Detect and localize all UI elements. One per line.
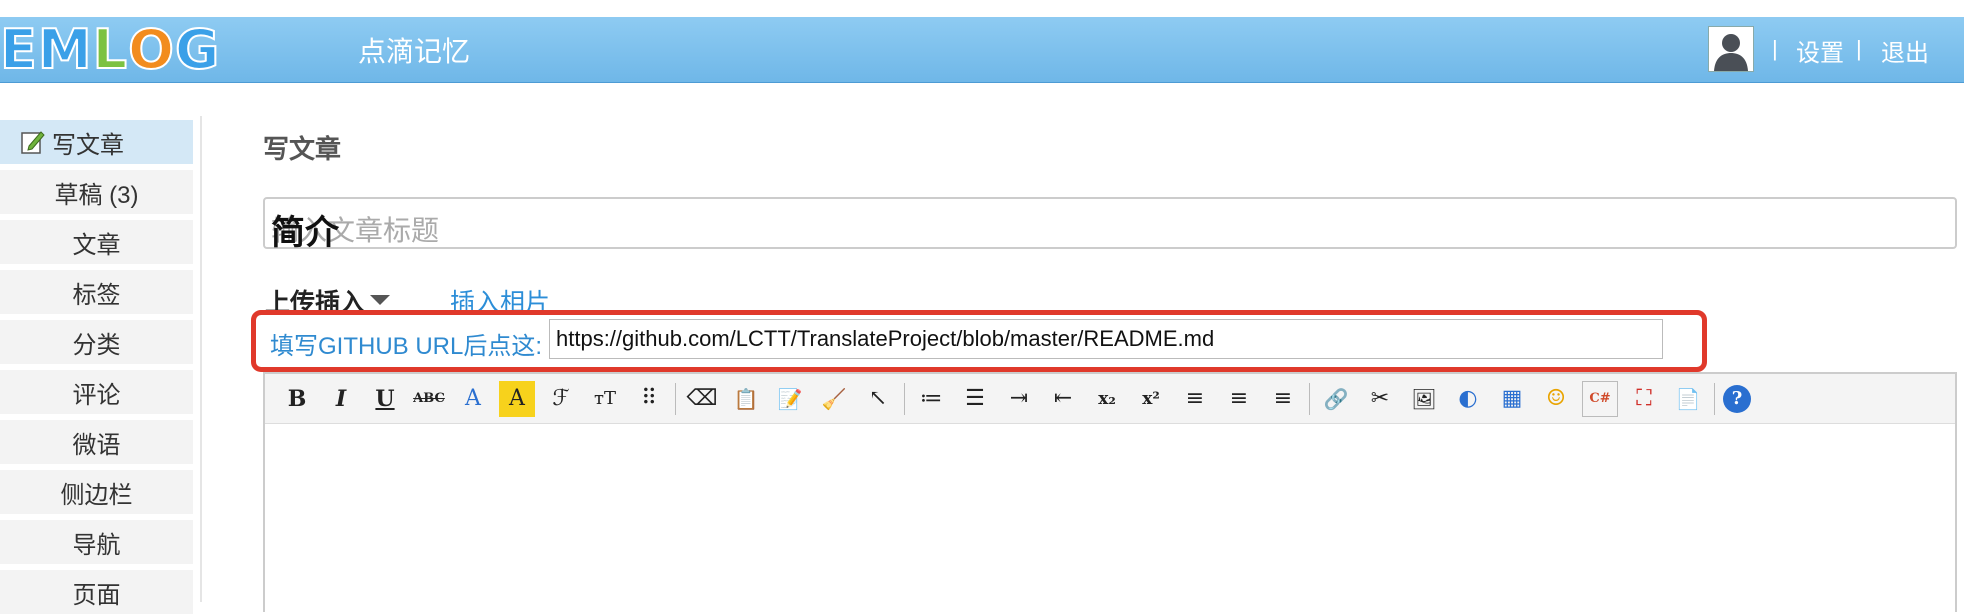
select-all-icon[interactable]: ↖ <box>860 381 896 417</box>
sidebar-item-label: 侧边栏 <box>60 481 133 509</box>
sidebar-item-navigation[interactable]: 导航 <box>0 520 193 564</box>
underline-icon[interactable]: U <box>367 381 403 417</box>
font-family-icon[interactable]: ℱ <box>543 381 579 417</box>
logo-letter-e: E <box>0 18 38 81</box>
toolbar-divider <box>1714 382 1715 415</box>
emoticon-icon[interactable]: ☺ <box>1538 381 1574 417</box>
title-value: 简介 <box>271 214 339 252</box>
logout-link[interactable]: 退出 <box>1881 33 1929 68</box>
sidebar-item-articles[interactable]: 文章 <box>0 220 193 264</box>
unordered-list-icon[interactable]: ☰ <box>957 381 993 417</box>
upload-insert-button[interactable]: 上传插入 <box>265 283 365 319</box>
github-url-label[interactable]: 填写GITHUB URL后点这: <box>270 326 542 361</box>
sidebar-item-label: 分类 <box>72 331 121 359</box>
edit-pen-icon <box>21 131 45 154</box>
font-size-icon[interactable]: тT <box>587 381 623 417</box>
clear-format-icon[interactable]: 🧹 <box>816 381 852 417</box>
header-separator: | <box>1772 36 1778 61</box>
sidebar-item-label: 草稿 (3) <box>54 181 139 209</box>
sidebar-item-write-article[interactable]: 写文章 <box>0 120 193 164</box>
sidebar-item-tags[interactable]: 标签 <box>0 270 193 314</box>
ordered-list-icon[interactable]: ≔ <box>913 381 949 417</box>
sidebar-item-categories[interactable]: 分类 <box>0 320 193 364</box>
sidebar-item-label: 评论 <box>72 381 121 409</box>
indent-icon[interactable]: ⇥ <box>1001 381 1037 417</box>
table-icon[interactable]: ▦ <box>1494 381 1530 417</box>
eraser-icon[interactable]: ⌫ <box>684 381 720 417</box>
logo-letter-o: O <box>127 18 175 81</box>
sidebar-item-pages[interactable]: 页面 <box>0 570 193 614</box>
italic-icon[interactable]: I <box>323 381 359 417</box>
logo-letter-m: M <box>37 18 93 81</box>
sidebar-item-label: 文章 <box>72 231 121 259</box>
align-center-icon[interactable]: ≡ <box>1221 381 1257 417</box>
emlog-logo[interactable]: E M L O G <box>0 18 221 81</box>
insert-image-icon[interactable]: 🖼 <box>1406 381 1442 417</box>
settings-link[interactable]: 设置 <box>1796 33 1844 68</box>
user-avatar[interactable] <box>1708 26 1754 72</box>
unlink-icon[interactable]: ✂ <box>1362 381 1398 417</box>
sidebar-item-drafts[interactable]: 草稿 (3) <box>0 170 193 214</box>
strikethrough-icon[interactable]: ABC <box>411 381 447 417</box>
outdent-icon[interactable]: ⇤ <box>1045 381 1081 417</box>
sidebar-nav: 写文章 草稿 (3) 文章 标签 分类 评论 微语 侧边栏 导航 页面 <box>0 116 202 614</box>
background-color-icon[interactable]: A <box>499 380 535 417</box>
template-icon[interactable]: 📄 <box>1670 381 1706 417</box>
align-left-icon[interactable]: ≡ <box>1177 381 1213 417</box>
sidebar-item-widgets[interactable]: 侧边栏 <box>0 470 193 514</box>
logo-letter-g: G <box>174 18 221 81</box>
toolbar-divider <box>675 382 676 415</box>
link-icon[interactable]: 🔗 <box>1318 381 1354 417</box>
sidebar-item-microblog[interactable]: 微语 <box>0 420 193 464</box>
editor-toolbar: B I U ABC A A ℱ тT ⠿ ⌫ 📋 📝 🧹 ↖ ≔ ☰ ⇥ ⇤ x… <box>265 374 1955 424</box>
paste-text-icon[interactable]: 📋 <box>728 381 764 417</box>
site-title[interactable]: 点滴记忆 <box>358 30 470 70</box>
sidebar-item-label: 页面 <box>72 581 121 609</box>
toolbar-divider <box>904 382 905 415</box>
toolbar-divider <box>1309 382 1310 415</box>
user-avatar-icon <box>1709 27 1753 71</box>
line-height-icon[interactable]: ⠿ <box>631 381 667 417</box>
sidebar-item-comments[interactable]: 评论 <box>0 370 193 414</box>
font-color-icon[interactable]: A <box>455 381 491 417</box>
header-bar <box>0 17 1964 83</box>
chevron-down-icon[interactable] <box>370 295 390 305</box>
paste-word-icon[interactable]: 📝 <box>772 381 808 417</box>
sidebar-item-label: 微语 <box>72 431 121 459</box>
help-icon[interactable]: ? <box>1723 384 1751 413</box>
flash-media-icon[interactable]: ◐ <box>1450 381 1486 417</box>
github-url-input[interactable]: https://github.com/LCTT/TranslateProject… <box>549 319 1663 359</box>
sidebar-item-label: 写文章 <box>52 131 124 159</box>
page-title: 写文章 <box>263 134 342 164</box>
bold-icon[interactable]: B <box>279 381 315 417</box>
sidebar-item-label: 导航 <box>72 531 121 559</box>
code-icon[interactable]: C# <box>1582 380 1618 417</box>
editor-content-area[interactable] <box>265 424 1955 614</box>
align-right-icon[interactable]: ≡ <box>1265 381 1301 417</box>
article-title-input[interactable]: 输入文章标题 简介 <box>263 197 1957 252</box>
sidebar-item-label: 标签 <box>72 281 121 309</box>
superscript-icon[interactable]: x² <box>1133 381 1169 417</box>
header-separator: | <box>1856 36 1862 61</box>
insert-photo-link[interactable]: 插入相片 <box>450 283 550 319</box>
top-header: E M L O G 点滴记忆 | 设置 | 退出 <box>0 0 1972 83</box>
logo-letter-l: L <box>92 18 129 81</box>
rich-text-editor: B I U ABC A A ℱ тT ⠿ ⌫ 📋 📝 🧹 ↖ ≔ ☰ ⇥ ⇤ x… <box>263 372 1957 614</box>
subscript-icon[interactable]: x₂ <box>1089 381 1125 417</box>
fullscreen-icon[interactable]: ⛶ <box>1626 381 1662 417</box>
